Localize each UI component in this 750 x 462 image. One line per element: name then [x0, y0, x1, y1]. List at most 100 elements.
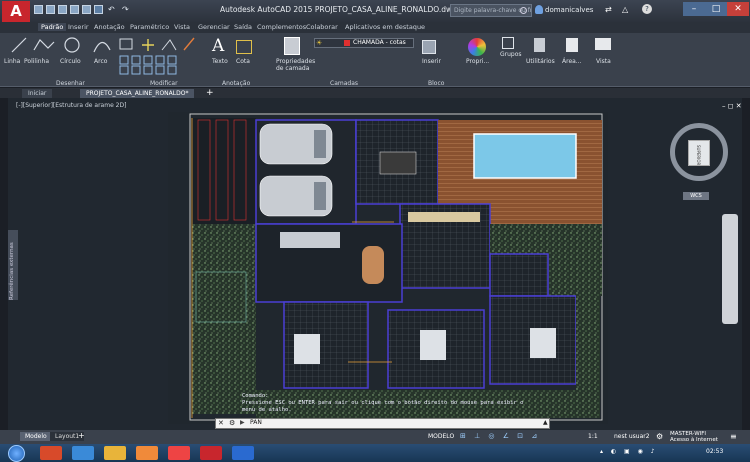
layer-properties-icon[interactable]: [284, 37, 300, 55]
tab-inserir[interactable]: Inserir: [68, 23, 89, 31]
groups-icon[interactable]: [502, 37, 514, 49]
taskbar-app-icon[interactable]: [136, 446, 158, 460]
command-prompt-icon: ▶: [240, 419, 245, 426]
new-tab-plus-icon[interactable]: +: [206, 88, 214, 98]
add-layout-plus-icon[interactable]: +: [78, 431, 85, 440]
command-history-line: Pressione ESC ou ENTER para sair ou cliq…: [242, 400, 524, 406]
text-tool-label[interactable]: Texto: [212, 58, 228, 65]
navigation-bar[interactable]: [722, 214, 738, 324]
tab-vista[interactable]: Vista: [174, 23, 190, 31]
properties-label[interactable]: Propri...: [466, 58, 489, 65]
maximize-button[interactable]: □: [705, 2, 727, 16]
taskbar-app-icon[interactable]: [72, 446, 94, 460]
tab-gerenciar[interactable]: Gerenciar: [198, 23, 230, 31]
viewport-window-controls[interactable]: – ◻ ✕: [722, 102, 742, 110]
tab-start[interactable]: Iniciar: [22, 89, 53, 98]
layer-properties-label[interactable]: Propriedades de camada: [276, 58, 316, 72]
customize-menu-icon[interactable]: ≡: [730, 432, 737, 441]
network-status[interactable]: MASTER-WIFI Acesso à Internet: [670, 431, 718, 443]
save-as-icon[interactable]: [70, 5, 79, 14]
view-label[interactable]: Vista: [596, 58, 611, 65]
tab-model[interactable]: Modelo: [20, 432, 52, 441]
group-title-layers[interactable]: Camadas: [330, 80, 358, 87]
utilities-label[interactable]: Utilitários: [526, 58, 555, 65]
save-icon[interactable]: [58, 5, 67, 14]
modify-tools-icons[interactable]: [118, 54, 208, 76]
open-file-icon[interactable]: [46, 5, 55, 14]
taskbar-chrome-icon[interactable]: [168, 446, 190, 460]
dimension-tool-label[interactable]: Cota: [236, 58, 250, 65]
user-name[interactable]: domanicalves: [545, 6, 593, 14]
window-title: Autodesk AutoCAD 2015 PROJETO_CASA_ALINE…: [220, 5, 457, 14]
taskbar-folder-icon[interactable]: [104, 446, 126, 460]
polyline-tool-label[interactable]: Polilinha: [24, 58, 49, 65]
group-title-block[interactable]: Bloco: [428, 80, 444, 87]
system-tray-icons[interactable]: ▴ ◐ ▣ ◉ ♪: [600, 448, 658, 455]
tab-padrao[interactable]: Padrão: [38, 23, 67, 31]
group-title-annotation[interactable]: Anotação: [222, 80, 250, 87]
command-close-icon[interactable]: ✕: [218, 419, 224, 427]
tab-complementos[interactable]: Complementos: [257, 23, 306, 31]
command-history: Comando: Pressione ESC ou ENTER para sai…: [242, 393, 542, 414]
workspace-switch[interactable]: nest usuar2: [614, 433, 650, 440]
taskbar-autocad-icon[interactable]: [200, 446, 222, 460]
utilities-icon[interactable]: [534, 38, 545, 52]
command-line-input[interactable]: [215, 418, 550, 429]
lightbulb-icon[interactable]: ☀: [316, 39, 322, 47]
taskbar-app-icon[interactable]: [40, 446, 62, 460]
minimize-button[interactable]: –: [683, 2, 705, 16]
autocad-logo[interactable]: A: [2, 1, 30, 22]
xref-side-panel-label: Referências externas: [9, 242, 15, 300]
plot-icon[interactable]: [82, 5, 91, 14]
new-file-icon[interactable]: [34, 5, 43, 14]
print-icon[interactable]: [94, 5, 103, 14]
command-history-line: Comando:: [242, 393, 269, 399]
dimension-tool-icon[interactable]: [236, 40, 252, 54]
tab-drawing[interactable]: PROJETO_CASA_ALINE_RONALDO*: [80, 89, 195, 98]
settings-gear-icon[interactable]: ⚙: [656, 432, 663, 441]
arc-tool-label[interactable]: Arco: [94, 58, 107, 65]
command-history-toggle-icon[interactable]: ▲: [543, 419, 548, 426]
undo-icon[interactable]: ↶: [108, 5, 115, 14]
close-icon[interactable]: ✕: [727, 2, 749, 16]
groups-label[interactable]: Grupos: [500, 51, 522, 58]
clipboard-icon[interactable]: [566, 38, 578, 52]
insert-block-icon[interactable]: [422, 40, 436, 54]
insert-block-label[interactable]: Inserir: [422, 58, 441, 65]
command-history-line: menu de atalho.: [242, 407, 292, 413]
tab-aplicativos[interactable]: Aplicativos em destaque: [345, 23, 425, 31]
command-wrench-icon[interactable]: ⚙: [229, 419, 235, 427]
command-current[interactable]: PAN: [250, 419, 262, 426]
search-icon[interactable]: [520, 7, 527, 14]
taskbar-clock[interactable]: 02:53: [706, 448, 723, 455]
viewport-controls[interactable]: [-][Superior][Estrutura de arame 2D]: [16, 102, 126, 109]
line-tool-label[interactable]: Linha: [4, 58, 20, 65]
tab-saida[interactable]: Saída: [234, 23, 252, 31]
model-space-toggle[interactable]: MODELO: [428, 433, 454, 440]
clipboard-label[interactable]: Área...: [562, 58, 582, 65]
exchange-icon[interactable]: ⇄: [605, 5, 612, 14]
viewcube-face-label: SUPERIOR: [696, 145, 701, 166]
taskbar-word-icon[interactable]: [232, 446, 254, 460]
annotation-scale[interactable]: 1:1: [588, 433, 598, 440]
floor-plan-drawing[interactable]: [168, 112, 608, 424]
layer-name: CHAMADA - cotas: [353, 39, 406, 46]
drafting-status-icons[interactable]: ⊞ ⊥ ◎ ∠ ⊡ ⊿: [460, 432, 580, 442]
start-button[interactable]: [8, 445, 25, 462]
network-state: Acesso à Internet: [670, 437, 718, 443]
tab-anotacao[interactable]: Anotação: [94, 23, 125, 31]
text-tool-icon[interactable]: A: [212, 36, 224, 56]
tab-parametrico[interactable]: Paramétrico: [130, 23, 169, 31]
circle-tool-label[interactable]: Círculo: [60, 58, 81, 65]
properties-color-icon[interactable]: [468, 38, 486, 56]
view-icon[interactable]: [595, 38, 611, 50]
group-title-draw[interactable]: Desenhar: [56, 80, 85, 87]
draw-tools-icons[interactable]: [10, 36, 200, 54]
help-icon[interactable]: ?: [642, 4, 652, 14]
wcs-menu[interactable]: WCS: [683, 192, 709, 200]
group-title-modify[interactable]: Modificar: [150, 80, 178, 87]
user-icon: [535, 5, 543, 14]
triangle-icon[interactable]: △: [622, 5, 628, 14]
redo-icon[interactable]: ↷: [122, 5, 129, 14]
tab-colaborar[interactable]: Colaborar: [306, 23, 338, 31]
